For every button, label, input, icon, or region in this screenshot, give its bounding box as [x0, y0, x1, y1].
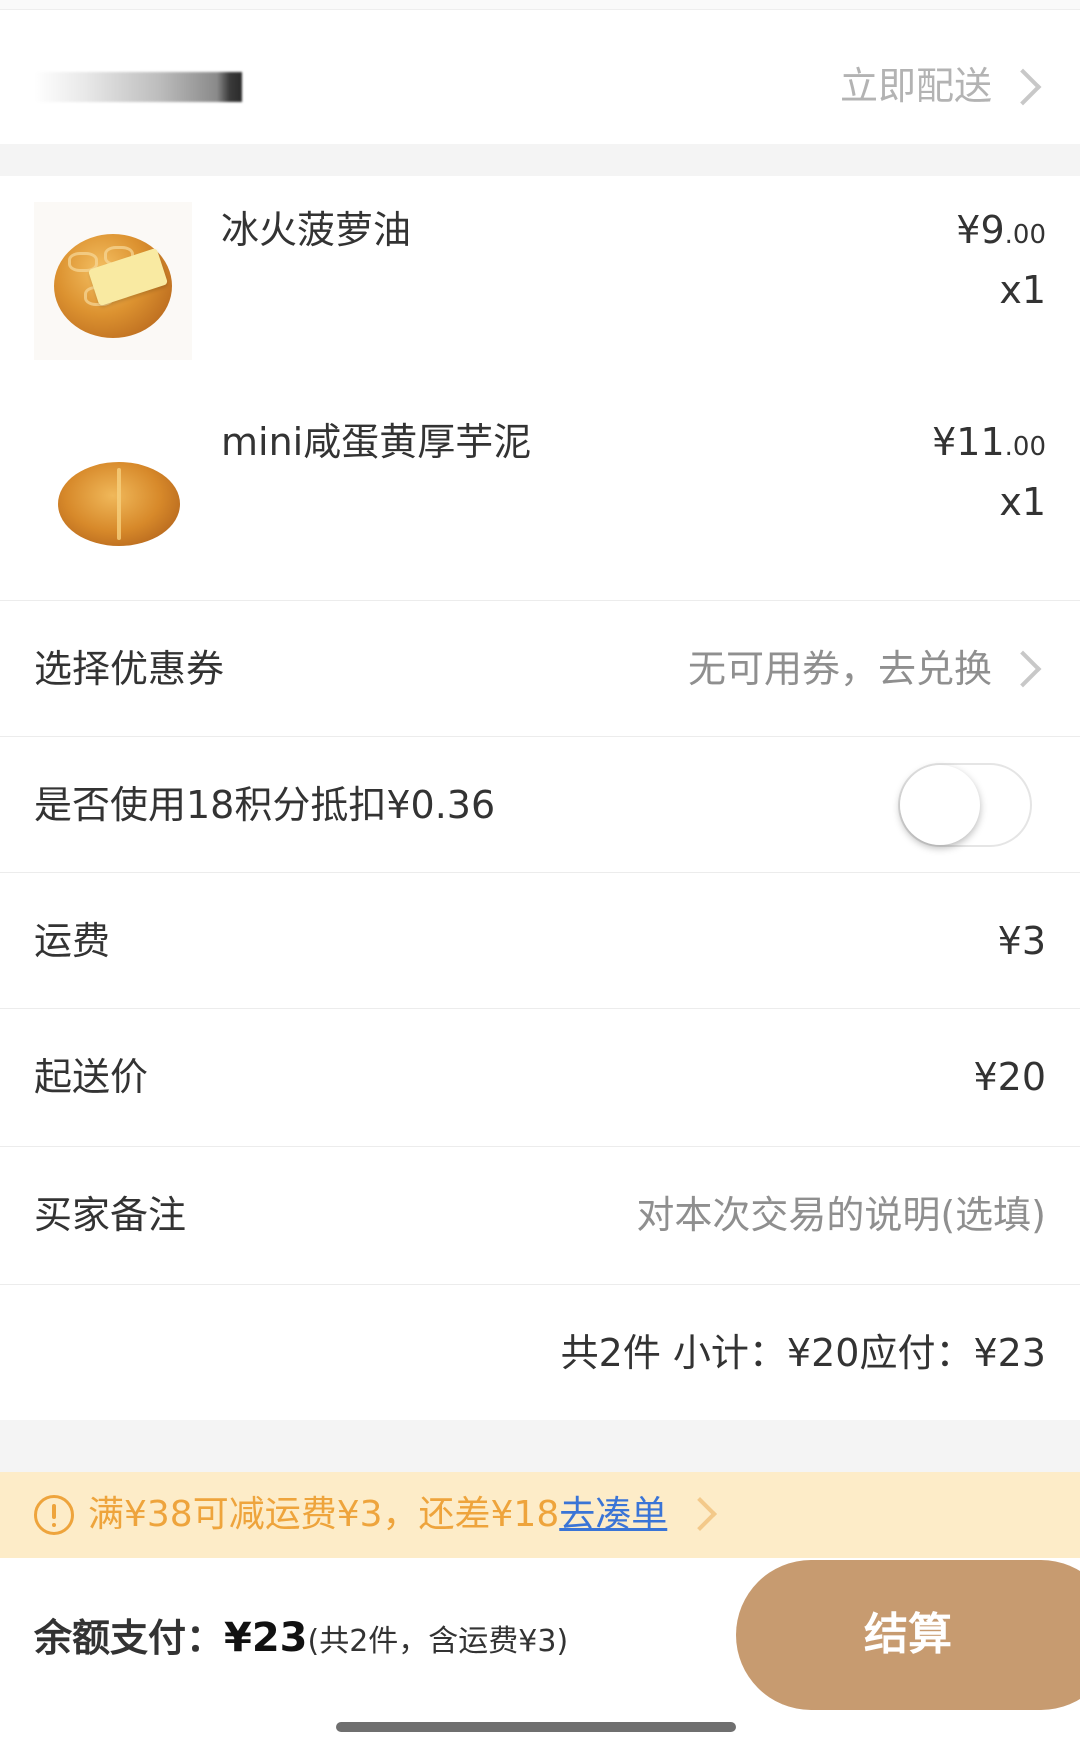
- delivery-mode-label: 立即配送: [839, 64, 992, 108]
- payment-summary: 余额支付：¥23(共2件，含运费¥3): [34, 1615, 569, 1661]
- checkout-bar: 余额支付：¥23(共2件，含运费¥3) 结算: [0, 1558, 1080, 1752]
- product-quantity: x1: [999, 268, 1046, 312]
- order-summary-text: 共2件 小计：¥20应付：¥23: [560, 1331, 1046, 1375]
- coupon-value: 无可用券，去兑换: [687, 647, 992, 691]
- minimum-order-label: 起送价: [34, 1055, 149, 1099]
- payment-amount: ¥23: [224, 1615, 308, 1661]
- add-more-link[interactable]: 去凑单: [559, 1494, 667, 1535]
- info-circle-icon: [34, 1495, 74, 1535]
- shipping-fee-label: 运费: [34, 919, 111, 963]
- minimum-order-value: ¥20: [973, 1055, 1046, 1099]
- shipping-fee-value: ¥3: [997, 919, 1046, 963]
- delivery-row[interactable]: 立即配送: [0, 10, 1080, 144]
- product-image: [34, 414, 192, 572]
- chevron-right-icon: [683, 1497, 717, 1531]
- points-label: 是否使用18积分抵扣¥0.36: [34, 783, 496, 827]
- product-price: ¥11.00: [932, 420, 1046, 464]
- checkout-label: 结算: [864, 1609, 952, 1660]
- order-summary: 共2件 小计：¥20应付：¥23: [0, 1284, 1080, 1420]
- coupon-row[interactable]: 选择优惠券 无可用券，去兑换: [0, 600, 1080, 736]
- home-indicator: [336, 1722, 736, 1732]
- coupon-label: 选择优惠券: [34, 647, 225, 691]
- product-image: [34, 202, 192, 360]
- product-item: 冰火菠萝油 ¥9.00 x1: [0, 176, 1080, 388]
- top-divider: [0, 0, 1080, 10]
- buyer-remark-row[interactable]: 买家备注 对本次交易的说明(选填): [0, 1146, 1080, 1282]
- shipping-fee-row: 运费 ¥3: [0, 872, 1080, 1008]
- minimum-order-row: 起送价 ¥20: [0, 1008, 1080, 1144]
- product-name: mini咸蛋黄厚芋泥: [221, 420, 532, 464]
- section-gap: [0, 144, 1080, 176]
- address-redacted: [34, 72, 242, 102]
- toggle-knob: [900, 765, 980, 845]
- product-quantity: x1: [999, 480, 1046, 524]
- chevron-right-icon: [1004, 650, 1042, 688]
- promo-text: 满¥38可减运费¥3，还差¥18去凑单: [88, 1494, 668, 1535]
- points-row: 是否使用18积分抵扣¥0.36: [0, 736, 1080, 872]
- checkout-button[interactable]: 结算: [736, 1560, 1080, 1710]
- chevron-right-icon: [1004, 68, 1042, 106]
- section-gap: [0, 1420, 1080, 1472]
- product-name: 冰火菠萝油: [221, 208, 412, 252]
- buyer-remark-input[interactable]: 对本次交易的说明(选填): [636, 1147, 1046, 1283]
- payment-detail: (共2件，含运费¥3): [307, 1624, 569, 1659]
- free-shipping-banner[interactable]: 满¥38可减运费¥3，还差¥18去凑单: [0, 1472, 1080, 1558]
- product-item: mini咸蛋黄厚芋泥 ¥11.00 x1: [0, 388, 1080, 600]
- product-price: ¥9.00: [956, 208, 1046, 252]
- taro-bun-illustration: [58, 462, 180, 546]
- points-toggle[interactable]: [898, 763, 1032, 847]
- buyer-remark-label: 买家备注: [34, 1193, 187, 1237]
